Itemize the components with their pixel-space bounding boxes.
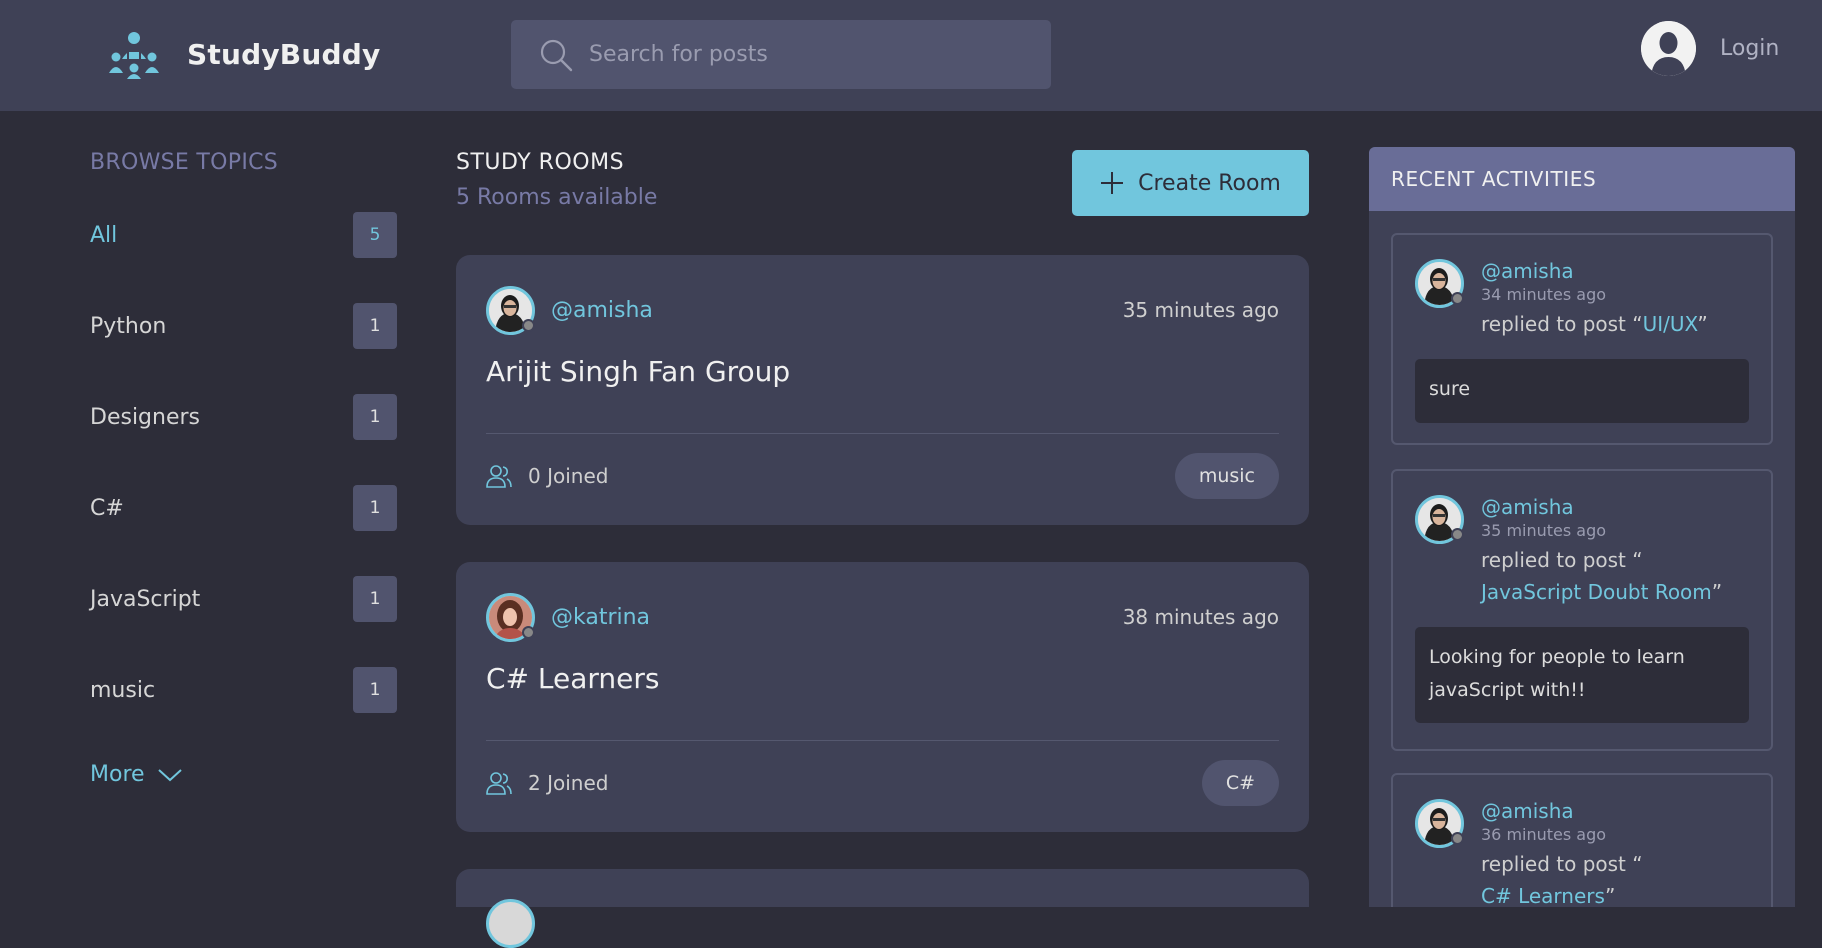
top-header: StudyBuddy Login <box>0 0 1822 111</box>
room-participants: 0 Joined <box>486 464 608 488</box>
rooms-header: STUDY ROOMS 5 Rooms available <box>456 150 657 210</box>
activity-description: replied to post “ JavaScript Doubt Room” <box>1481 544 1755 608</box>
topic-tag[interactable]: C# <box>1201 760 1279 806</box>
recent-activities: RECENT ACTIVITIES @amisha 34 minutes ago… <box>1369 147 1795 907</box>
topic-label: Python <box>90 313 167 339</box>
more-topics-link[interactable]: More <box>90 762 183 787</box>
activity-message: Looking for people to learn javaScript w… <box>1415 627 1749 723</box>
activity-action: replied to post “ <box>1481 548 1643 572</box>
activity-post-link[interactable]: JavaScript Doubt Room <box>1481 580 1712 604</box>
activity-card[interactable]: @amisha 34 minutes ago replied to post “… <box>1391 233 1773 445</box>
create-room-button[interactable]: Create Room <box>1072 150 1309 216</box>
topic-item-javascript[interactable]: JavaScript 1 <box>90 576 397 622</box>
activity-user[interactable]: @amisha <box>1481 799 1755 823</box>
activity-message: sure <box>1415 359 1749 423</box>
avatar[interactable] <box>1415 259 1464 308</box>
avatar[interactable] <box>1415 495 1464 544</box>
room-timestamp: 35 minutes ago <box>1122 298 1279 322</box>
topic-count: 1 <box>353 576 397 622</box>
topic-item-python[interactable]: Python 1 <box>90 303 397 349</box>
avatar[interactable] <box>1641 21 1696 76</box>
activity-description: replied to post “ C# Learners” <box>1481 848 1755 907</box>
status-indicator <box>1451 528 1464 541</box>
more-label: More <box>90 762 145 787</box>
user-icon <box>1641 21 1696 76</box>
create-room-label: Create Room <box>1138 170 1281 196</box>
topic-item-designers[interactable]: Designers 1 <box>90 394 397 440</box>
room-card[interactable]: @katrina 38 minutes ago C# Learners 2 Jo… <box>456 562 1309 832</box>
app-logo[interactable]: StudyBuddy <box>108 29 380 79</box>
activity-user[interactable]: @amisha <box>1481 495 1755 519</box>
avatar[interactable] <box>486 899 535 948</box>
avatar[interactable] <box>486 285 535 335</box>
topic-label: All <box>90 222 118 248</box>
activity-time: 36 minutes ago <box>1481 825 1607 844</box>
activities-heading: RECENT ACTIVITIES <box>1369 147 1795 211</box>
activity-card[interactable]: @amisha 36 minutes ago replied to post “… <box>1391 773 1773 907</box>
divider <box>486 740 1279 741</box>
room-host[interactable]: @katrina <box>486 592 650 642</box>
topic-item-music[interactable]: music 1 <box>90 667 397 713</box>
activity-action: replied to post “ <box>1481 852 1643 876</box>
topic-count: 1 <box>353 485 397 531</box>
login-link[interactable]: Login <box>1720 36 1779 61</box>
logo-icon <box>109 32 159 79</box>
status-indicator <box>1451 832 1464 845</box>
room-host[interactable]: @amisha <box>486 285 653 335</box>
activity-description: replied to post “UI/UX” <box>1481 308 1755 340</box>
quote-close: ” <box>1711 580 1723 604</box>
rooms-count: 5 Rooms available <box>456 185 658 210</box>
users-icon <box>486 465 512 488</box>
plus-icon <box>1101 172 1124 194</box>
topic-count: 5 <box>353 212 397 258</box>
avatar[interactable] <box>1415 799 1464 848</box>
room-timestamp: 38 minutes ago <box>1122 605 1279 629</box>
activity-action: replied to post “ <box>1481 312 1643 336</box>
topic-item-csharp[interactable]: C# 1 <box>90 485 397 531</box>
quote-close: ” <box>1604 884 1616 907</box>
room-title[interactable]: Arijit Singh Fan Group <box>486 355 790 388</box>
topics-heading: BROWSE TOPICS <box>90 150 279 175</box>
activity-time: 35 minutes ago <box>1481 521 1607 540</box>
room-host-name[interactable]: @amisha <box>551 298 653 323</box>
room-card[interactable]: @amisha 35 minutes ago Arijit Singh Fan … <box>456 255 1309 525</box>
avatar[interactable] <box>486 592 535 642</box>
topic-label: C# <box>90 495 124 521</box>
topic-label: Designers <box>90 404 200 430</box>
users-icon <box>486 772 512 795</box>
topic-tag[interactable]: music <box>1174 453 1279 499</box>
room-title[interactable]: C# Learners <box>486 662 660 695</box>
quote-close: ” <box>1697 312 1708 336</box>
page-title: STUDY ROOMS <box>456 150 625 175</box>
user-menu[interactable]: Login <box>1641 21 1779 76</box>
topic-item-all[interactable]: All 5 <box>90 212 397 258</box>
browse-topics: BROWSE TOPICS All 5 Python 1 Designers 1… <box>90 150 397 787</box>
search-input[interactable] <box>589 34 1029 75</box>
topic-count: 1 <box>353 394 397 440</box>
app-name: StudyBuddy <box>187 37 381 71</box>
joined-count: 0 Joined <box>528 464 609 488</box>
topic-count: 1 <box>353 303 397 349</box>
room-participants: 2 Joined <box>486 771 608 795</box>
topic-label: JavaScript <box>90 586 201 612</box>
divider <box>486 433 1279 434</box>
search-icon <box>540 39 573 71</box>
chevron-down-icon <box>157 768 182 781</box>
room-host-name[interactable]: @katrina <box>551 605 650 630</box>
joined-count: 2 Joined <box>528 771 609 795</box>
activity-card[interactable]: @amisha 35 minutes ago replied to post “… <box>1391 469 1773 751</box>
topic-count: 1 <box>353 667 397 713</box>
activity-post-link[interactable]: UI/UX <box>1643 312 1698 336</box>
status-indicator <box>1451 292 1464 305</box>
activity-user[interactable]: @amisha <box>1481 259 1755 283</box>
search-bar[interactable] <box>511 20 1051 89</box>
topic-label: music <box>90 677 156 703</box>
room-card[interactable] <box>456 869 1309 948</box>
status-indicator <box>522 625 535 639</box>
activity-time: 34 minutes ago <box>1481 285 1607 304</box>
status-indicator <box>522 318 535 332</box>
activity-post-link[interactable]: C# Learners <box>1481 884 1605 907</box>
